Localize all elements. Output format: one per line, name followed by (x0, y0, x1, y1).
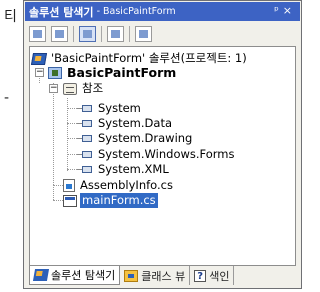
solution-explorer-icon (32, 269, 50, 281)
references-folder-icon (63, 82, 77, 95)
collapse-toggle[interactable]: − (49, 84, 58, 93)
tab-solution-explorer[interactable]: 솔루션 탐색기 (29, 266, 121, 285)
reference-label: System.Data (98, 116, 172, 130)
panel-tabs: 솔루션 탐색기 클래스 뷰 ? 색인 (25, 266, 300, 288)
references-label: 참조 (82, 81, 104, 95)
background-text-fragment: 티 (4, 9, 17, 25)
tab-label: 클래스 뷰 (141, 269, 186, 283)
panel-title-suffix: - BasicPaintForm (96, 6, 176, 17)
refresh-icon[interactable] (79, 25, 96, 42)
form-file-icon (63, 194, 77, 207)
panel-titlebar[interactable]: 솔루션 탐색기 - BasicPaintForm ᵖ× (25, 2, 300, 21)
project-label: BasicPaintForm (67, 65, 177, 80)
tree-item-project[interactable]: BasicPaintForm (48, 65, 178, 80)
reference-label: System.Windows.Forms (98, 147, 235, 161)
tab-class-view[interactable]: 클래스 뷰 (120, 266, 191, 285)
file-label-selected: mainForm.cs (80, 193, 158, 208)
panel-title: 솔루션 탐색기 (29, 5, 94, 19)
reference-icon (77, 119, 93, 128)
pin-icon[interactable]: ᵖ (274, 4, 283, 17)
tree-item-reference[interactable]: System.XML (77, 162, 171, 177)
tree-item-reference[interactable]: System.Drawing (77, 131, 194, 146)
tab-label: 솔루션 탐색기 (51, 269, 116, 282)
class-view-icon (124, 269, 139, 282)
tree-item-reference[interactable]: System.Data (77, 116, 174, 131)
reference-label: System (98, 101, 141, 115)
background-text-fragment-2: - (4, 90, 10, 106)
properties-icon[interactable] (135, 25, 152, 42)
tree-item-file-selected[interactable]: mainForm.cs (63, 193, 158, 208)
tree-item-references[interactable]: 참조 (63, 81, 105, 96)
solution-explorer-panel: 솔루션 탐색기 - BasicPaintForm ᵖ× 'BasicPaintF… (23, 0, 302, 289)
reference-icon (77, 134, 93, 143)
close-icon[interactable]: × (283, 4, 296, 17)
reference-label: System.Drawing (98, 131, 193, 145)
tree-item-solution[interactable]: 'BasicPaintForm' 솔루션(프로젝트: 1) (30, 51, 249, 66)
view-code-icon[interactable] (29, 25, 46, 42)
file-label: AssemblyInfo.cs (80, 178, 173, 192)
panel-toolbar (25, 21, 300, 46)
reference-icon (77, 165, 93, 174)
toolbar-separator (129, 25, 130, 42)
tree-item-file[interactable]: AssemblyInfo.cs (63, 178, 175, 193)
tab-label: 색인 (209, 269, 230, 283)
toolbar-separator (73, 25, 74, 42)
reference-icon (77, 104, 93, 113)
tab-index[interactable]: ? 색인 (190, 266, 235, 285)
view-designer-icon[interactable] (51, 25, 68, 42)
reference-label: System.XML (98, 162, 169, 176)
help-index-icon: ? (194, 269, 207, 282)
project-icon (48, 66, 62, 79)
solution-tree[interactable]: 'BasicPaintForm' 솔루션(프로젝트: 1) − BasicPai… (29, 46, 296, 266)
solution-icon (30, 52, 48, 65)
tree-item-reference[interactable]: System.Windows.Forms (77, 147, 237, 162)
tree-item-reference[interactable]: System (77, 101, 143, 116)
solution-label: 'BasicPaintForm' 솔루션(프로젝트: 1) (51, 51, 247, 65)
collapse-toggle[interactable]: − (35, 68, 44, 77)
toolbar-separator (101, 25, 102, 42)
cs-file-icon (63, 179, 75, 192)
reference-icon (77, 150, 93, 159)
show-all-files-icon[interactable] (107, 25, 124, 42)
